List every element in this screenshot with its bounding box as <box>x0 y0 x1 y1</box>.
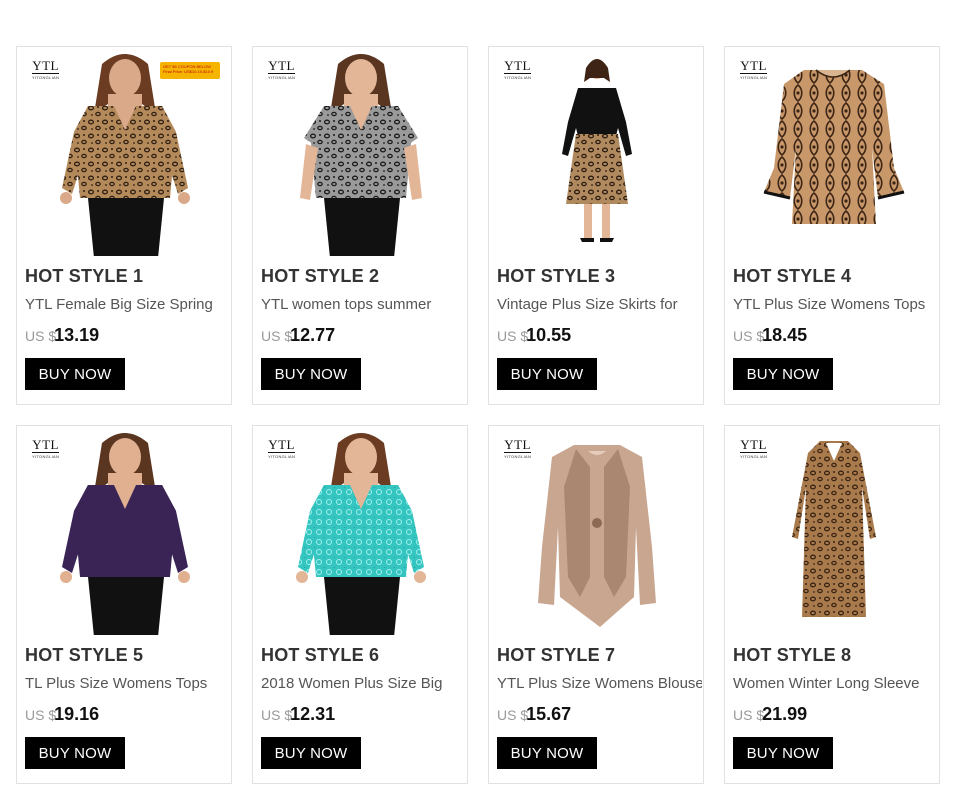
product-title[interactable]: HOT STYLE 7 <box>497 645 615 666</box>
product-image[interactable]: YTL YITONGLIAN <box>254 48 467 256</box>
product-image[interactable]: YTL YITONGLIAN <box>18 427 231 635</box>
price-amount: 12.31 <box>290 704 336 724</box>
price-amount: 15.67 <box>526 704 572 724</box>
buy-now-button[interactable]: BUY NOW <box>25 358 125 390</box>
product-title[interactable]: HOT STYLE 2 <box>261 266 379 287</box>
product-description[interactable]: Vintage Plus Size Skirts for <box>497 296 702 313</box>
price-currency: US $ <box>733 328 765 344</box>
brand-logo: YTL YITONGLIAN <box>504 58 532 80</box>
product-title[interactable]: HOT STYLE 5 <box>25 645 143 666</box>
product-title[interactable]: HOT STYLE 6 <box>261 645 379 666</box>
brand-logo: YTL YITONGLIAN <box>268 58 296 80</box>
product-card[interactable]: YTL YITONGLIAN HOT STYLE 7 YTL Plus Size… <box>488 425 704 784</box>
product-image[interactable]: YTL YITONGLIAN <box>726 427 939 635</box>
product-image[interactable]: YTL YITONGLIAN GET $5 COUPON BELOW Final… <box>18 48 231 256</box>
price-amount: 12.77 <box>290 325 336 345</box>
product-description[interactable]: YTL women tops summer <box>261 296 466 313</box>
product-price: US $12.77 <box>261 325 335 346</box>
product-price: US $19.16 <box>25 704 99 725</box>
price-amount: 21.99 <box>762 704 808 724</box>
product-description[interactable]: Women Winter Long Sleeve <box>733 675 938 692</box>
price-currency: US $ <box>25 707 57 723</box>
price-currency: US $ <box>497 328 529 344</box>
price-amount: 10.55 <box>526 325 572 345</box>
product-title[interactable]: HOT STYLE 3 <box>497 266 615 287</box>
product-description[interactable]: YTL Female Big Size Spring <box>25 296 230 313</box>
product-price: US $15.67 <box>497 704 571 725</box>
product-title[interactable]: HOT STYLE 8 <box>733 645 851 666</box>
price-currency: US $ <box>25 328 57 344</box>
buy-now-button[interactable]: BUY NOW <box>25 737 125 769</box>
product-card[interactable]: YTL YITONGLIAN HOT STYLE 5 TL Plus Size … <box>16 425 232 784</box>
product-card[interactable]: YTL YITONGLIAN HOT STYLE 4 YTL Plus Size… <box>724 46 940 405</box>
buy-now-button[interactable]: BUY NOW <box>733 737 833 769</box>
product-price: US $21.99 <box>733 704 807 725</box>
brand-logo: YTL YITONGLIAN <box>504 437 532 459</box>
product-description[interactable]: TL Plus Size Womens Tops <box>25 675 230 692</box>
product-description[interactable]: YTL Plus Size Womens Tops <box>733 296 938 313</box>
brand-logo: YTL YITONGLIAN <box>740 58 768 80</box>
price-currency: US $ <box>261 707 293 723</box>
product-price: US $18.45 <box>733 325 807 346</box>
product-card[interactable]: YTL YITONGLIAN HOT STYLE 2 YTL women top… <box>252 46 468 405</box>
product-card[interactable]: YTL YITONGLIAN HOT STYLE 6 2018 Women Pl… <box>252 425 468 784</box>
product-description[interactable]: 2018 Women Plus Size Big <box>261 675 466 692</box>
brand-logo: YTL YITONGLIAN <box>32 58 60 80</box>
buy-now-button[interactable]: BUY NOW <box>497 358 597 390</box>
product-image[interactable]: YTL YITONGLIAN <box>490 48 703 256</box>
price-amount: 13.19 <box>54 325 100 345</box>
product-title[interactable]: HOT STYLE 4 <box>733 266 851 287</box>
product-title[interactable]: HOT STYLE 1 <box>25 266 143 287</box>
price-currency: US $ <box>497 707 529 723</box>
product-image[interactable]: YTL YITONGLIAN <box>726 48 939 256</box>
coupon-badge: GET $5 COUPON BELOW Final Price: US$10.1… <box>160 62 220 79</box>
brand-logo: YTL YITONGLIAN <box>740 437 768 459</box>
product-description[interactable]: YTL Plus Size Womens Blouse <box>497 675 702 692</box>
product-price: US $10.55 <box>497 325 571 346</box>
price-amount: 18.45 <box>762 325 808 345</box>
price-currency: US $ <box>733 707 765 723</box>
product-price: US $12.31 <box>261 704 335 725</box>
product-price: US $13.19 <box>25 325 99 346</box>
price-currency: US $ <box>261 328 293 344</box>
buy-now-button[interactable]: BUY NOW <box>261 737 361 769</box>
product-image[interactable]: YTL YITONGLIAN <box>490 427 703 635</box>
brand-logo: YTL YITONGLIAN <box>32 437 60 459</box>
buy-now-button[interactable]: BUY NOW <box>261 358 361 390</box>
product-card[interactable]: YTL YITONGLIAN HOT STYLE 3 Vintage Plus … <box>488 46 704 405</box>
product-image[interactable]: YTL YITONGLIAN <box>254 427 467 635</box>
product-card[interactable]: YTL YITONGLIAN HOT STYLE 8 Women Winter … <box>724 425 940 784</box>
brand-logo: YTL YITONGLIAN <box>268 437 296 459</box>
buy-now-button[interactable]: BUY NOW <box>733 358 833 390</box>
price-amount: 19.16 <box>54 704 100 724</box>
buy-now-button[interactable]: BUY NOW <box>497 737 597 769</box>
product-card[interactable]: YTL YITONGLIAN GET $5 COUPON BELOW Final… <box>16 46 232 405</box>
